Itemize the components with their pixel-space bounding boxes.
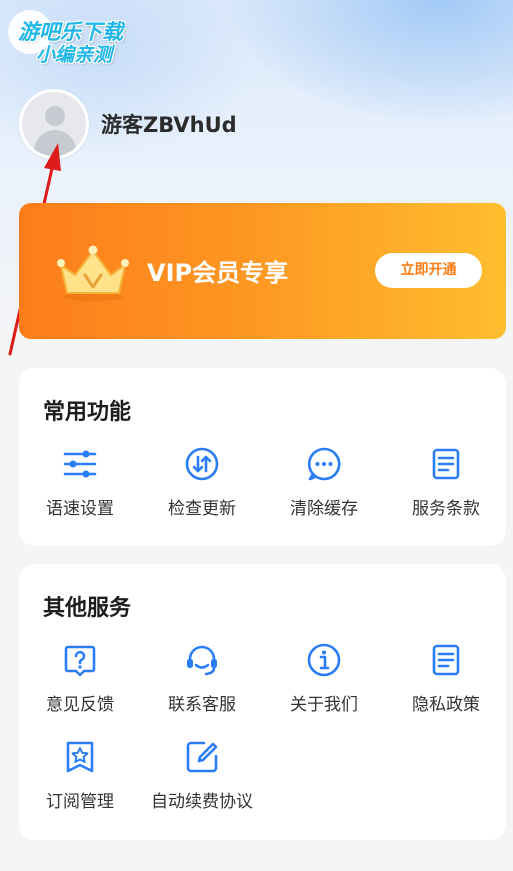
item-label: 检查更新 [168, 499, 236, 519]
chat-bubble-icon [307, 447, 341, 481]
vip-title: VIP会员专享 [147, 259, 289, 287]
speech-rate-settings-button[interactable]: 语速设置 [19, 446, 141, 519]
section-title: 其他服务 [43, 596, 132, 621]
item-label: 意见反馈 [46, 695, 114, 715]
section-title: 常用功能 [43, 400, 132, 425]
sliders-icon [63, 450, 97, 478]
feedback-button[interactable]: 意见反馈 [19, 642, 141, 715]
common-functions-card: 常用功能 语速设置 检查更新 清除缓存 服务条款 [19, 368, 506, 546]
star-bookmark-icon [66, 741, 94, 773]
item-label: 隐私政策 [412, 695, 480, 715]
question-icon [64, 645, 96, 677]
watermark-text: 小编亲测 [36, 44, 113, 66]
header-blob [230, 0, 513, 120]
vip-banner[interactable]: VIP会员专享 立即开通 [19, 203, 506, 339]
clear-cache-button[interactable]: 清除缓存 [263, 446, 385, 519]
headset-icon [187, 645, 217, 676]
doc-lines-icon [432, 644, 460, 676]
avatar-head [45, 106, 65, 126]
vip-open-button[interactable]: 立即开通 [375, 253, 482, 288]
item-label: 关于我们 [290, 695, 358, 715]
item-label: 清除缓存 [290, 499, 358, 519]
item-label: 服务条款 [412, 499, 480, 519]
check-update-button[interactable]: 检查更新 [141, 446, 263, 519]
auto-renewal-agreement-button[interactable]: 自动续费协议 [141, 739, 263, 812]
watermark: 游吧乐下载 小编亲测 [6, 8, 156, 68]
subscription-management-button[interactable]: 订阅管理 [19, 739, 141, 812]
item-label: 订阅管理 [46, 792, 114, 812]
terms-of-service-button[interactable]: 服务条款 [385, 446, 507, 519]
other-services-card: 其他服务 意见反馈 联系客服 关于我们 隐私政策 订阅管理 自动续费协议 [19, 564, 506, 840]
info-icon [307, 643, 341, 677]
contact-support-button[interactable]: 联系客服 [141, 642, 263, 715]
item-label: 联系客服 [168, 695, 236, 715]
update-arrows-icon [185, 447, 219, 481]
username: 游客ZBVhUd [101, 113, 237, 137]
item-label: 语速设置 [46, 499, 114, 519]
item-label: 自动续费协议 [151, 792, 253, 812]
about-us-button[interactable]: 关于我们 [263, 642, 385, 715]
privacy-policy-button[interactable]: 隐私政策 [385, 642, 507, 715]
edit-icon [186, 741, 218, 773]
document-icon [432, 448, 460, 480]
crown-icon [57, 245, 129, 301]
